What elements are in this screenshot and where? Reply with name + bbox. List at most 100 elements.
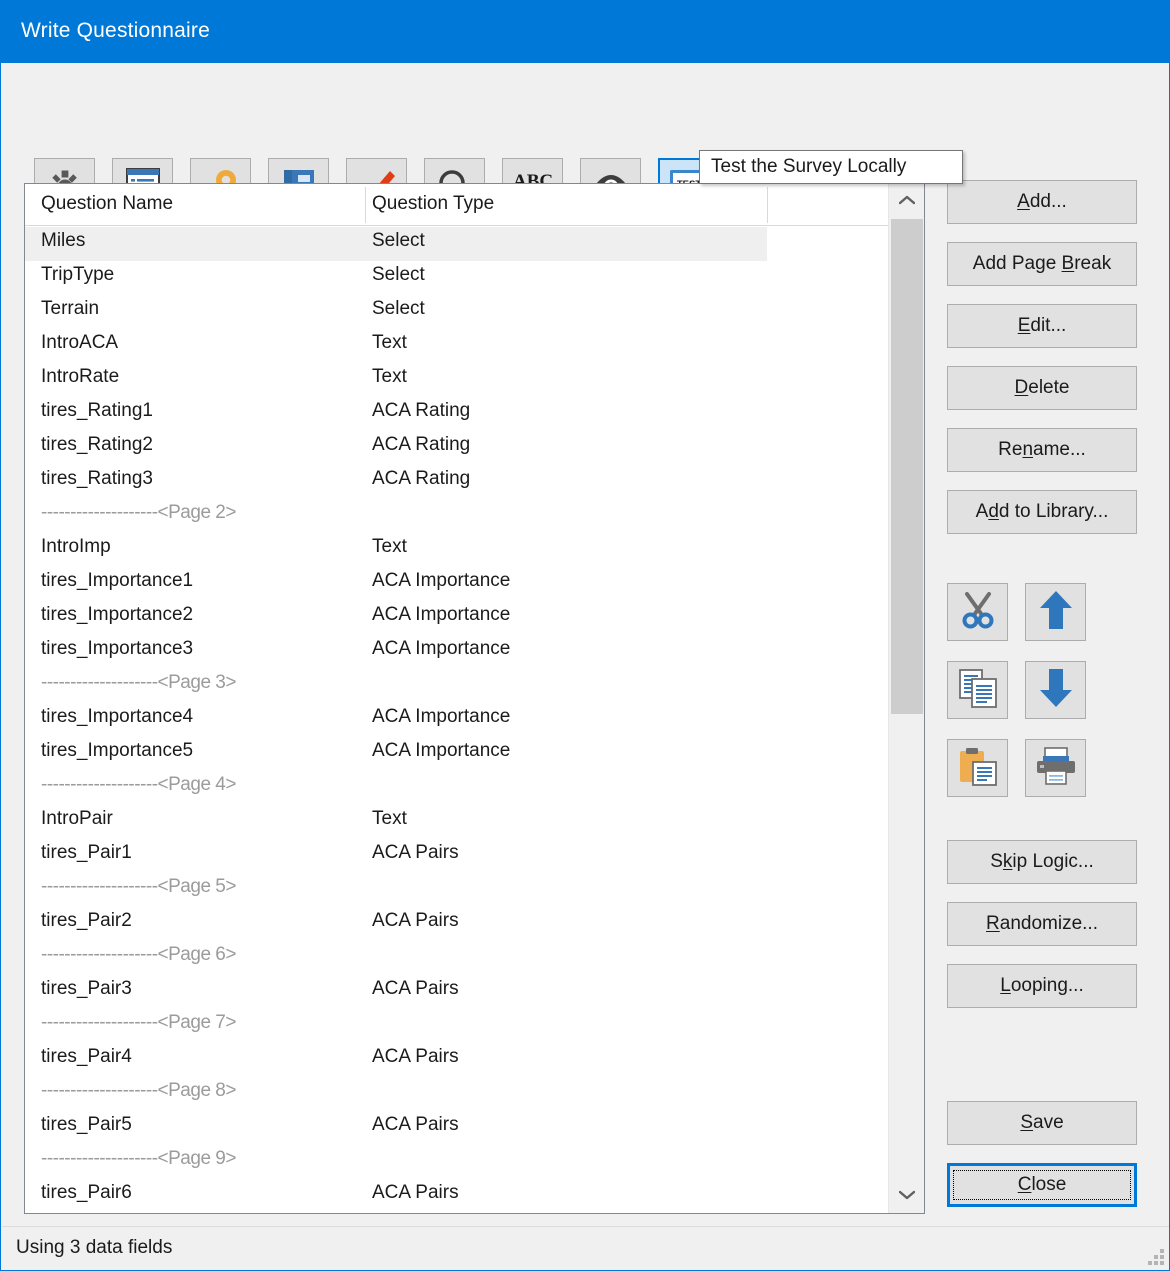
add-page-break-button-label: Add Page Break: [972, 253, 1112, 274]
tooltip-test-survey-locally: Test the Survey Locally: [699, 150, 963, 184]
page-break-row[interactable]: --------------------<Page 9>: [25, 1145, 924, 1179]
clipboard-paste-icon: [958, 746, 998, 791]
write-questionnaire-window: Write Questionnaire ABC Test the Survey …: [0, 0, 1170, 1271]
page-break-row[interactable]: --------------------<Page 2>: [25, 499, 924, 533]
rename-button[interactable]: Rename...: [947, 428, 1137, 472]
question-name-cell: --------------------<Page 3>: [41, 672, 236, 693]
move-down-button[interactable]: [1025, 661, 1086, 719]
copy-button[interactable]: [947, 661, 1008, 719]
page-break-row[interactable]: --------------------<Page 7>: [25, 1009, 924, 1043]
add-button[interactable]: Add...: [947, 180, 1137, 224]
table-row[interactable]: tires_Importance3 ACA Importance: [25, 635, 924, 669]
question-type-cell: ACA Importance: [372, 706, 511, 727]
page-break-row[interactable]: --------------------<Page 8>: [25, 1077, 924, 1111]
question-type-cell: Text: [372, 536, 407, 557]
scrollbar-thumb[interactable]: [891, 219, 923, 714]
question-type-cell: ACA Importance: [372, 570, 511, 591]
arrow-down-icon: [1038, 668, 1074, 713]
question-name-cell: --------------------<Page 8>: [41, 1080, 236, 1101]
question-type-cell: Text: [372, 808, 407, 829]
column-divider-1[interactable]: [365, 187, 366, 223]
move-up-button[interactable]: [1025, 583, 1086, 641]
table-row[interactable]: tires_Importance2 ACA Importance: [25, 601, 924, 635]
question-name-cell: tires_Pair1: [41, 842, 132, 863]
column-header-question-name[interactable]: Question Name: [41, 193, 173, 215]
edit-button[interactable]: Edit...: [947, 304, 1137, 348]
resize-grip-icon[interactable]: [1146, 1247, 1164, 1265]
arrow-up-icon: [1038, 590, 1074, 635]
question-type-cell: Text: [372, 332, 407, 353]
question-type-cell: ACA Rating: [372, 468, 471, 489]
question-type-cell: ACA Pairs: [372, 910, 459, 931]
question-type-cell: ACA Pairs: [372, 1046, 459, 1067]
table-row[interactable]: tires_Pair6 ACA Pairs: [25, 1179, 924, 1213]
table-row[interactable]: IntroACA Text: [25, 329, 924, 363]
close-button[interactable]: Close: [947, 1163, 1137, 1207]
question-type-cell: ACA Pairs: [372, 978, 459, 999]
question-name-cell: tires_Rating3: [41, 468, 153, 489]
column-divider-2[interactable]: [767, 187, 768, 223]
add-to-library-button[interactable]: Add to Library...: [947, 490, 1137, 534]
scissors-cut-icon: [958, 590, 998, 635]
list-vertical-scrollbar[interactable]: [888, 184, 924, 1213]
table-row[interactable]: Miles Select: [25, 227, 767, 261]
page-break-row[interactable]: --------------------<Page 5>: [25, 873, 924, 907]
list-header: Question Name Question Type: [25, 184, 924, 226]
question-name-cell: IntroImp: [41, 536, 111, 557]
table-row[interactable]: tires_Importance5 ACA Importance: [25, 737, 924, 771]
question-name-cell: tires_Importance1: [41, 570, 194, 591]
question-name-cell: tires_Pair5: [41, 1114, 132, 1135]
table-row[interactable]: tires_Pair5 ACA Pairs: [25, 1111, 924, 1145]
looping-button[interactable]: Looping...: [947, 964, 1137, 1008]
question-type-cell: ACA Importance: [372, 604, 511, 625]
save-button[interactable]: Save: [947, 1101, 1137, 1145]
table-row[interactable]: Terrain Select: [25, 295, 924, 329]
question-type-cell: ACA Pairs: [372, 1114, 459, 1135]
question-name-cell: tires_Pair4: [41, 1046, 132, 1067]
delete-button-label: Delete: [1014, 377, 1070, 398]
skip-logic-button-label: Skip Logic...: [990, 851, 1094, 872]
print-button[interactable]: [1025, 739, 1086, 797]
page-break-row[interactable]: --------------------<Page 3>: [25, 669, 924, 703]
add-page-break-button[interactable]: Add Page Break: [947, 242, 1137, 286]
column-header-question-type[interactable]: Question Type: [372, 193, 494, 215]
table-row[interactable]: tires_Importance1 ACA Importance: [25, 567, 924, 601]
question-name-cell: --------------------<Page 7>: [41, 1012, 236, 1033]
paste-button[interactable]: [947, 739, 1008, 797]
table-row[interactable]: tires_Pair1 ACA Pairs: [25, 839, 924, 873]
delete-button[interactable]: Delete: [947, 366, 1137, 410]
table-row[interactable]: tires_Rating1 ACA Rating: [25, 397, 924, 431]
toolbar: ABC TEST: [2, 63, 1169, 216]
table-row[interactable]: tires_Pair4 ACA Pairs: [25, 1043, 924, 1077]
chevron-up-icon: [898, 192, 915, 210]
table-row[interactable]: IntroImp Text: [25, 533, 924, 567]
question-name-cell: tires_Importance3: [41, 638, 194, 659]
table-row[interactable]: TripType Select: [25, 261, 924, 295]
question-name-cell: tires_Rating2: [41, 434, 153, 455]
table-row[interactable]: tires_Rating3 ACA Rating: [25, 465, 924, 499]
table-row[interactable]: tires_Importance4 ACA Importance: [25, 703, 924, 737]
title-bar: Write Questionnaire: [1, 1, 1169, 63]
table-row[interactable]: tires_Rating2 ACA Rating: [25, 431, 924, 465]
looping-button-label: Looping...: [1000, 975, 1084, 996]
page-break-row[interactable]: --------------------<Page 4>: [25, 771, 924, 805]
question-list-box[interactable]: Question Name Question Type Miles Select T…: [24, 183, 925, 1214]
question-name-cell: tires_Importance2: [41, 604, 194, 625]
skip-logic-button[interactable]: Skip Logic...: [947, 840, 1137, 884]
scrollbar-down-arrow-button[interactable]: [889, 1179, 924, 1213]
question-name-cell: --------------------<Page 4>: [41, 774, 236, 795]
table-row[interactable]: IntroRate Text: [25, 363, 924, 397]
question-type-cell: ACA Importance: [372, 638, 511, 659]
question-type-cell: ACA Pairs: [372, 842, 459, 863]
scrollbar-up-arrow-button[interactable]: [889, 184, 924, 218]
table-row[interactable]: tires_Pair3 ACA Pairs: [25, 975, 924, 1009]
table-row[interactable]: IntroPair Text: [25, 805, 924, 839]
save-button-label: Save: [1020, 1112, 1064, 1133]
question-type-cell: ACA Pairs: [372, 1182, 459, 1203]
randomize-button[interactable]: Randomize...: [947, 902, 1137, 946]
add-button-label: Add...: [1017, 191, 1067, 212]
question-type-cell: Select: [372, 230, 425, 251]
cut-button[interactable]: [947, 583, 1008, 641]
table-row[interactable]: tires_Pair2 ACA Pairs: [25, 907, 924, 941]
page-break-row[interactable]: --------------------<Page 6>: [25, 941, 924, 975]
